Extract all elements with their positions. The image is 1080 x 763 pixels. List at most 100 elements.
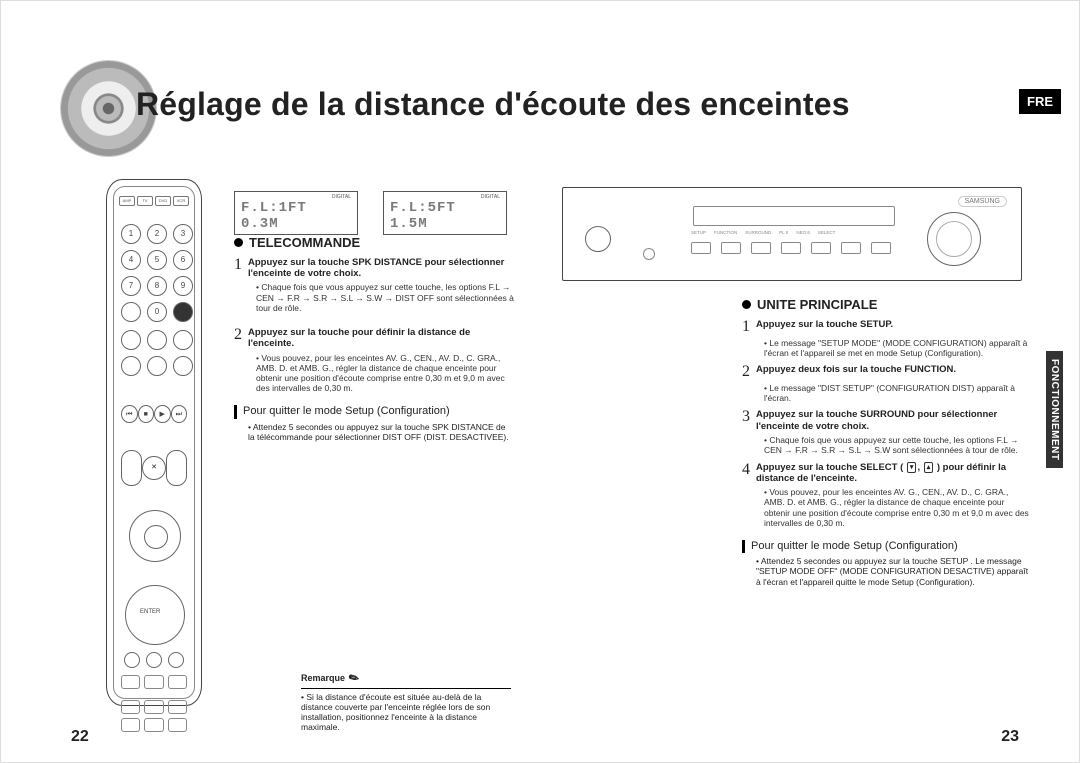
remarque-text-body: Si la distance d'écoute est située au-de…: [301, 692, 490, 732]
remote-mode: TV: [137, 196, 153, 206]
remote-btn: [146, 652, 162, 668]
unit-label: SURROUND: [745, 230, 771, 235]
step-text: Appuyez sur la touche SELECT ( ▾, ▴ ) po…: [756, 462, 1030, 485]
step-2: 2 Appuyez sur la touche pour définir la …: [234, 327, 514, 350]
up-icon: ▴: [924, 462, 934, 473]
remote-btn: [147, 356, 167, 376]
quit-title: Pour quitter le mode Setup (Configuratio…: [742, 540, 1030, 553]
page-title: Réglage de la distance d'écoute des ence…: [136, 86, 850, 123]
remote-btn: [168, 652, 184, 668]
bullet-icon: [234, 238, 243, 247]
remote-btn: [173, 356, 193, 376]
remote-btn: [144, 718, 163, 732]
step-1: 1 Appuyez sur la touche SETUP.: [742, 319, 1030, 335]
remote-enter-wheel: [125, 585, 185, 645]
quit-note: • Attendez 5 secondes ou appuyez sur la …: [756, 556, 1030, 587]
unit-btn: [781, 242, 801, 254]
tuning-rocker: [166, 450, 187, 486]
remote-mode: AMP: [119, 196, 135, 206]
unit-label: NEO:6: [796, 230, 810, 235]
remote-btn: [124, 652, 140, 668]
lcd-text: F.L:1FT 0.3M: [241, 200, 351, 232]
step-text: Appuyez sur la touche pour définir la di…: [248, 327, 514, 350]
remote-btn: [144, 675, 163, 689]
step-note: Chaque fois que vous appuyez sur cette t…: [764, 435, 1030, 455]
quit-note-text: Attendez 5 secondes ou appuyez sur la to…: [248, 422, 509, 442]
unit-label: SELECT: [818, 230, 836, 235]
main-unit-illustration: SAMSUNG SETUP FUNCTION SURROUND PL II NE…: [562, 187, 1022, 281]
step-number: 1: [234, 257, 242, 280]
bullet-icon: [742, 300, 751, 309]
remote-dpad: [129, 510, 181, 562]
remote-btn: [168, 700, 187, 714]
remote-btn: [173, 302, 193, 322]
step-text: Appuyez sur la touche SPK DISTANCE pour …: [248, 257, 514, 280]
remote-btn: [121, 330, 141, 350]
step-note: Chaque fois que vous appuyez sur cette t…: [256, 282, 514, 313]
power-button: [585, 226, 611, 252]
remote-btn: [168, 675, 187, 689]
prev-icon: ⏮: [121, 405, 138, 423]
remote-numpad: 1 2 3 4 5 6 7 8 9 0: [121, 224, 187, 322]
remote-btn: [121, 675, 140, 689]
remote-btn: [121, 356, 141, 376]
remote-mode-bar: AMP TV DVD VCR: [119, 196, 189, 206]
step-4: 4 Appuyez sur la touche SELECT ( ▾, ▴ ) …: [742, 462, 1030, 485]
remote-transport-row: ⏮ ■ ▶ ⏭: [121, 405, 187, 423]
step-3: 3 Appuyez sur la touche SURROUND pour sé…: [742, 409, 1030, 432]
volume-rocker: [121, 450, 142, 486]
remote-small-row: [121, 330, 187, 376]
section-heading: TELECOMMANDE: [234, 235, 514, 251]
unit-label: PL II: [779, 230, 788, 235]
volume-knob: [927, 212, 981, 266]
remote-lower-grid2: [121, 700, 187, 732]
remarque-text: • Si la distance d'écoute est située au-…: [301, 692, 511, 732]
step-number: 1: [742, 319, 750, 335]
step-text: Appuyez sur la touche SURROUND pour séle…: [756, 409, 1030, 432]
remote-btn: 0: [147, 302, 167, 322]
unite-section: UNITE PRINCIPALE 1 Appuyez sur la touche…: [742, 291, 1030, 587]
step-text: Appuyez sur la touche SETUP.: [756, 319, 893, 335]
step4-a: Appuyez sur la touche SELECT (: [756, 462, 903, 473]
lcd-text: F.L:5FT 1.5M: [390, 200, 500, 232]
remote-btn: 8: [147, 276, 167, 296]
remote-btn: [121, 700, 140, 714]
manual-spread: Réglage de la distance d'écoute des ence…: [0, 0, 1080, 763]
pencil-icon: ✎: [346, 669, 362, 686]
remote-mode: VCR: [173, 196, 189, 206]
section-heading: UNITE PRINCIPALE: [742, 297, 1030, 313]
headphone-jack: [643, 248, 655, 260]
unit-button-row: [691, 242, 891, 254]
unit-labels: SETUP FUNCTION SURROUND PL II NEO:6 SELE…: [691, 230, 835, 235]
telecommande-section: TELECOMMANDE 1 Appuyez sur la touche SPK…: [234, 229, 514, 442]
step-number: 3: [742, 409, 750, 432]
remarque-label: Remarque ✎: [301, 671, 511, 685]
remote-btn: 2: [147, 224, 167, 244]
step-number: 2: [742, 364, 750, 380]
mute-button: ✕: [142, 456, 165, 480]
quit-note: • Attendez 5 secondes ou appuyez sur la …: [248, 422, 514, 442]
remarque-box: Remarque ✎ • Si la distance d'écoute est…: [301, 671, 511, 732]
step-number: 4: [742, 462, 750, 485]
remote-btn: 1: [121, 224, 141, 244]
remote-btn: 5: [147, 250, 167, 270]
remote-btn: 7: [121, 276, 141, 296]
remote-btn: 6: [173, 250, 193, 270]
page-number-right: 23: [1001, 728, 1019, 746]
remote-mode: DVD: [155, 196, 171, 206]
step-1: 1 Appuyez sur la touche SPK DISTANCE pou…: [234, 257, 514, 280]
quit-title: Pour quitter le mode Setup (Configuratio…: [234, 405, 514, 418]
language-tag: FRE: [1019, 89, 1061, 114]
section-tab: FONCTIONNEMENT: [1046, 351, 1063, 468]
step-note: Vous pouvez, pour les enceintes AV. G., …: [256, 353, 514, 394]
divider: [301, 688, 511, 689]
remote-misc: [121, 652, 187, 668]
unit-label: SETUP: [691, 230, 706, 235]
unit-btn: [721, 242, 741, 254]
remote-btn: [147, 330, 167, 350]
play-icon: ▶: [154, 405, 171, 423]
unit-btn: [811, 242, 831, 254]
unit-btn: [691, 242, 711, 254]
remote-btn: 9: [173, 276, 193, 296]
step-text: Appuyez deux fois sur la touche FUNCTION…: [756, 364, 956, 380]
